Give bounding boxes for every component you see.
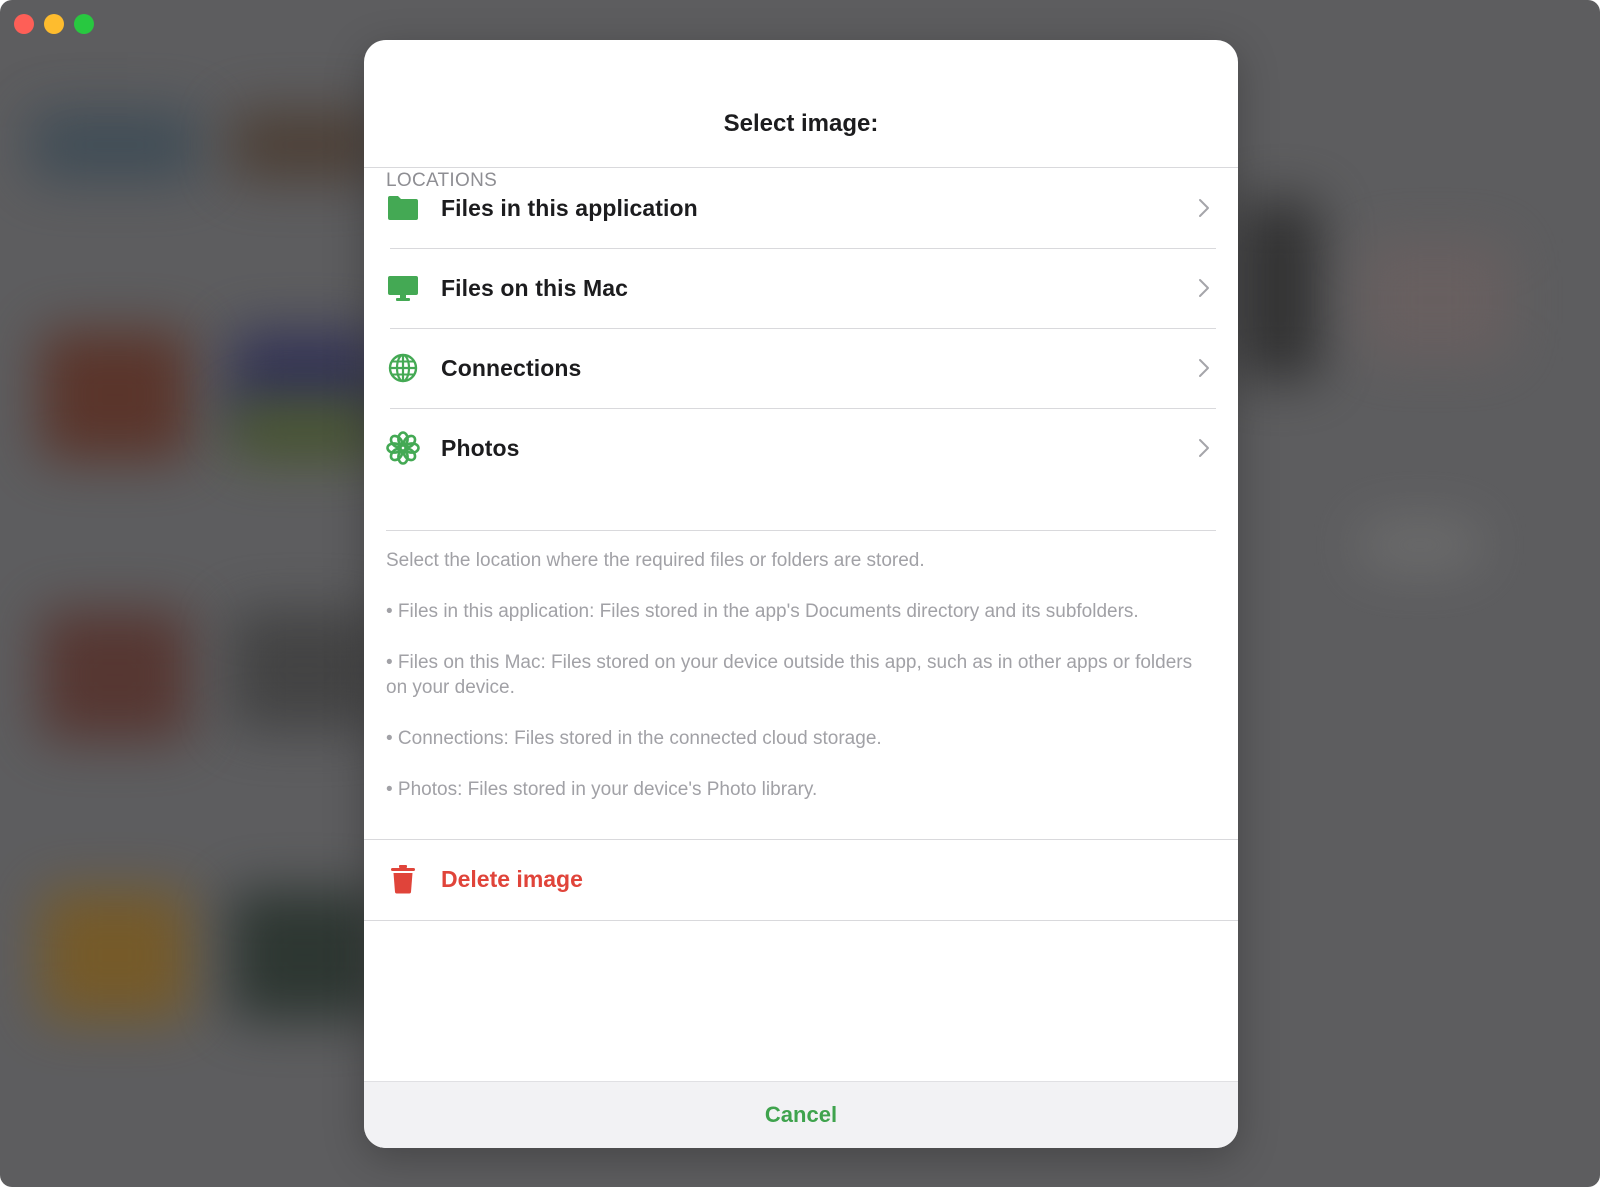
location-files-on-mac[interactable]: Files on this Mac xyxy=(364,248,1238,328)
folder-icon xyxy=(386,192,420,224)
chevron-right-icon xyxy=(1199,199,1209,217)
locations-description: Select the location where the required f… xyxy=(386,530,1216,828)
location-photos[interactable]: Photos xyxy=(364,408,1238,488)
chevron-right-icon xyxy=(1199,359,1209,377)
cancel-label: Cancel xyxy=(764,1102,838,1127)
location-label: Files on this Mac xyxy=(441,274,629,301)
description-intro: Select the location where the required f… xyxy=(386,550,925,571)
location-label: Connections xyxy=(441,354,582,381)
cancel-button[interactable]: Cancel xyxy=(364,1081,1238,1148)
locations-list: Files in this application Files on this … xyxy=(364,167,1238,488)
minimize-window-button[interactable] xyxy=(44,14,64,34)
desktop-icon xyxy=(386,272,420,304)
delete-image-label: Delete image xyxy=(441,866,583,892)
chevron-right-icon xyxy=(1199,439,1209,457)
description-photos: • Photos: Files stored in your device's … xyxy=(386,779,818,800)
location-files-in-app[interactable]: Files in this application xyxy=(364,168,1238,248)
trash-icon xyxy=(391,865,415,894)
app-window: Select image: LOCATIONS Files in this ap… xyxy=(0,0,1600,1187)
description-files-in-app: • Files in this application: Files store… xyxy=(386,601,1139,622)
select-image-sheet: Select image: LOCATIONS Files in this ap… xyxy=(364,40,1238,1148)
description-connections: • Connections: Files stored in the conne… xyxy=(386,728,882,749)
zoom-window-button[interactable] xyxy=(74,14,94,34)
globe-icon xyxy=(386,352,420,384)
sheet-title: Select image: xyxy=(723,110,879,137)
photos-flower-icon xyxy=(386,431,420,465)
description-files-on-mac: • Files on this Mac: Files stored on you… xyxy=(386,652,1193,698)
delete-image-button[interactable]: Delete image xyxy=(364,839,1238,921)
close-window-button[interactable] xyxy=(14,14,34,34)
chevron-right-icon xyxy=(1199,279,1209,297)
location-label: Files in this application xyxy=(441,194,698,221)
window-controls xyxy=(14,14,94,34)
location-label: Photos xyxy=(441,434,520,461)
location-connections[interactable]: Connections xyxy=(364,328,1238,408)
